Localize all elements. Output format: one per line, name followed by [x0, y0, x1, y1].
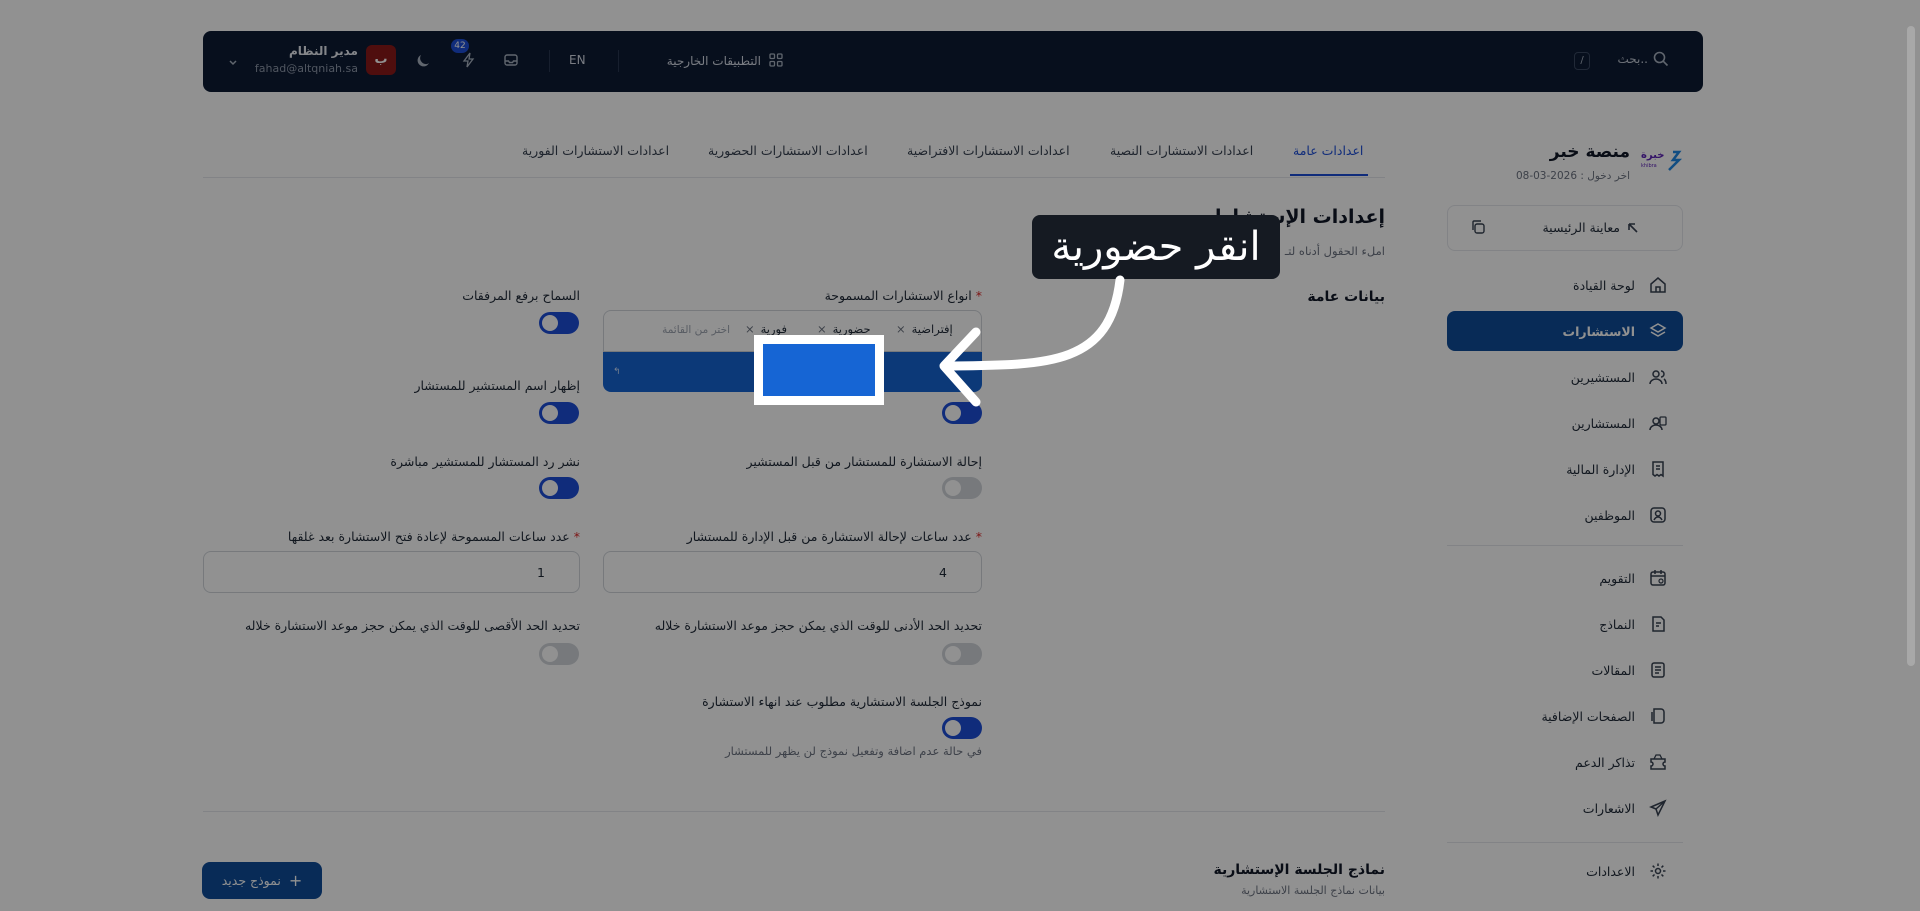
page-scrollbar[interactable]: [1907, 26, 1915, 666]
instruction-arrow-icon: [939, 275, 1125, 407]
click-target-highlight[interactable]: [754, 335, 884, 405]
dim-overlay: [0, 0, 1920, 911]
